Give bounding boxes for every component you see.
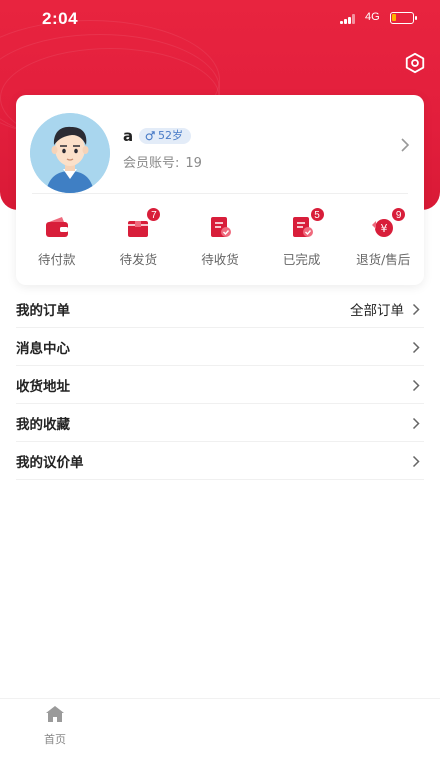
member-label: 会员账号:: [123, 156, 180, 171]
menu-item-arrow: [412, 366, 420, 404]
order-badge: 7: [146, 207, 162, 222]
menu-list: 我的订单 全部订单 消息中心 收货地址 我的收藏 我的议价单: [16, 290, 424, 480]
age-label: 52岁: [158, 129, 183, 142]
order-status-refund[interactable]: ¥ 9 退货/售后: [342, 207, 424, 277]
tab-home-label: 首页: [44, 733, 66, 746]
chevron-right-icon: [412, 417, 420, 429]
bottom-tab-bar: 首页: [0, 698, 440, 770]
menu-item-label: 我的订单: [16, 302, 70, 319]
svg-text:¥: ¥: [381, 222, 388, 235]
card-divider: [32, 193, 408, 194]
order-status-label: 已完成: [282, 252, 321, 267]
male-icon: [145, 131, 155, 141]
menu-item-address[interactable]: 收货地址: [16, 366, 424, 404]
chevron-right-icon: [412, 303, 420, 315]
menu-item-arrow: [412, 328, 420, 366]
package-icon: 7: [125, 207, 162, 239]
chevron-right-icon: [412, 379, 420, 391]
order-status-pending-receipt[interactable]: 待收货: [179, 207, 261, 277]
settings-hexagon-icon: [405, 52, 425, 74]
order-badge: 9: [391, 207, 407, 222]
avatar[interactable]: [30, 113, 110, 193]
tab-home[interactable]: 首页: [30, 705, 80, 747]
menu-item-label: 消息中心: [16, 340, 70, 357]
gender-age-badge: 52岁: [139, 128, 191, 144]
menu-item-favorites[interactable]: 我的收藏: [16, 404, 424, 442]
order-status-bar: 待付款 7 待发货 待收货 5 已完成 ¥ 9 退货/售后: [16, 207, 424, 277]
avatar-illustration: [30, 113, 110, 193]
completed-document-icon: 5: [289, 207, 325, 239]
status-time: 2:04: [42, 9, 79, 28]
order-status-label: 待发货: [119, 252, 158, 267]
profile-card: a 52岁 会员账号: 19 待付款 7 待发货 待收货 5 已完成 ¥ 9 退…: [16, 95, 424, 285]
menu-item-my-orders[interactable]: 我的订单 全部订单: [16, 290, 424, 328]
menu-item-quotes[interactable]: 我的议价单: [16, 442, 424, 480]
member-account: 会员账号: 19: [123, 152, 202, 171]
order-status-label: 退货/售后: [356, 252, 411, 267]
chevron-right-icon: [412, 341, 420, 353]
menu-item-messages[interactable]: 消息中心: [16, 328, 424, 366]
user-name: a: [123, 127, 134, 145]
receive-document-icon: [207, 215, 233, 239]
order-badge: 5: [309, 207, 325, 222]
menu-item-label: 收货地址: [16, 378, 70, 395]
network-type: 4G: [365, 11, 380, 23]
menu-item-label: 我的议价单: [16, 454, 84, 471]
order-status-label: 待付款: [38, 252, 76, 267]
battery-icon: [390, 12, 417, 24]
settings-button[interactable]: [402, 50, 428, 76]
refund-icon: ¥ 9: [370, 207, 407, 239]
profile-detail-button[interactable]: [400, 137, 410, 157]
order-status-pending-shipment[interactable]: 7 待发货: [98, 207, 180, 277]
chevron-right-icon: [412, 455, 420, 467]
all-orders-label: 全部订单: [350, 303, 404, 319]
menu-item-arrow: [412, 404, 420, 442]
home-icon: [46, 706, 64, 722]
status-bar: 2:04 4G: [0, 0, 440, 38]
order-status-pending-payment[interactable]: 待付款: [16, 207, 98, 277]
order-status-label: 待收货: [201, 252, 239, 267]
chevron-right-icon: [401, 138, 410, 152]
signal-icon: [340, 14, 358, 24]
battery-level: [392, 14, 396, 21]
menu-item-arrow: [412, 442, 420, 480]
wallet-icon: [44, 215, 70, 239]
all-orders-link[interactable]: 全部订单: [350, 290, 420, 328]
menu-item-label: 我的收藏: [16, 416, 70, 433]
order-status-completed[interactable]: 5 已完成: [261, 207, 343, 277]
member-id: 19: [185, 156, 202, 171]
